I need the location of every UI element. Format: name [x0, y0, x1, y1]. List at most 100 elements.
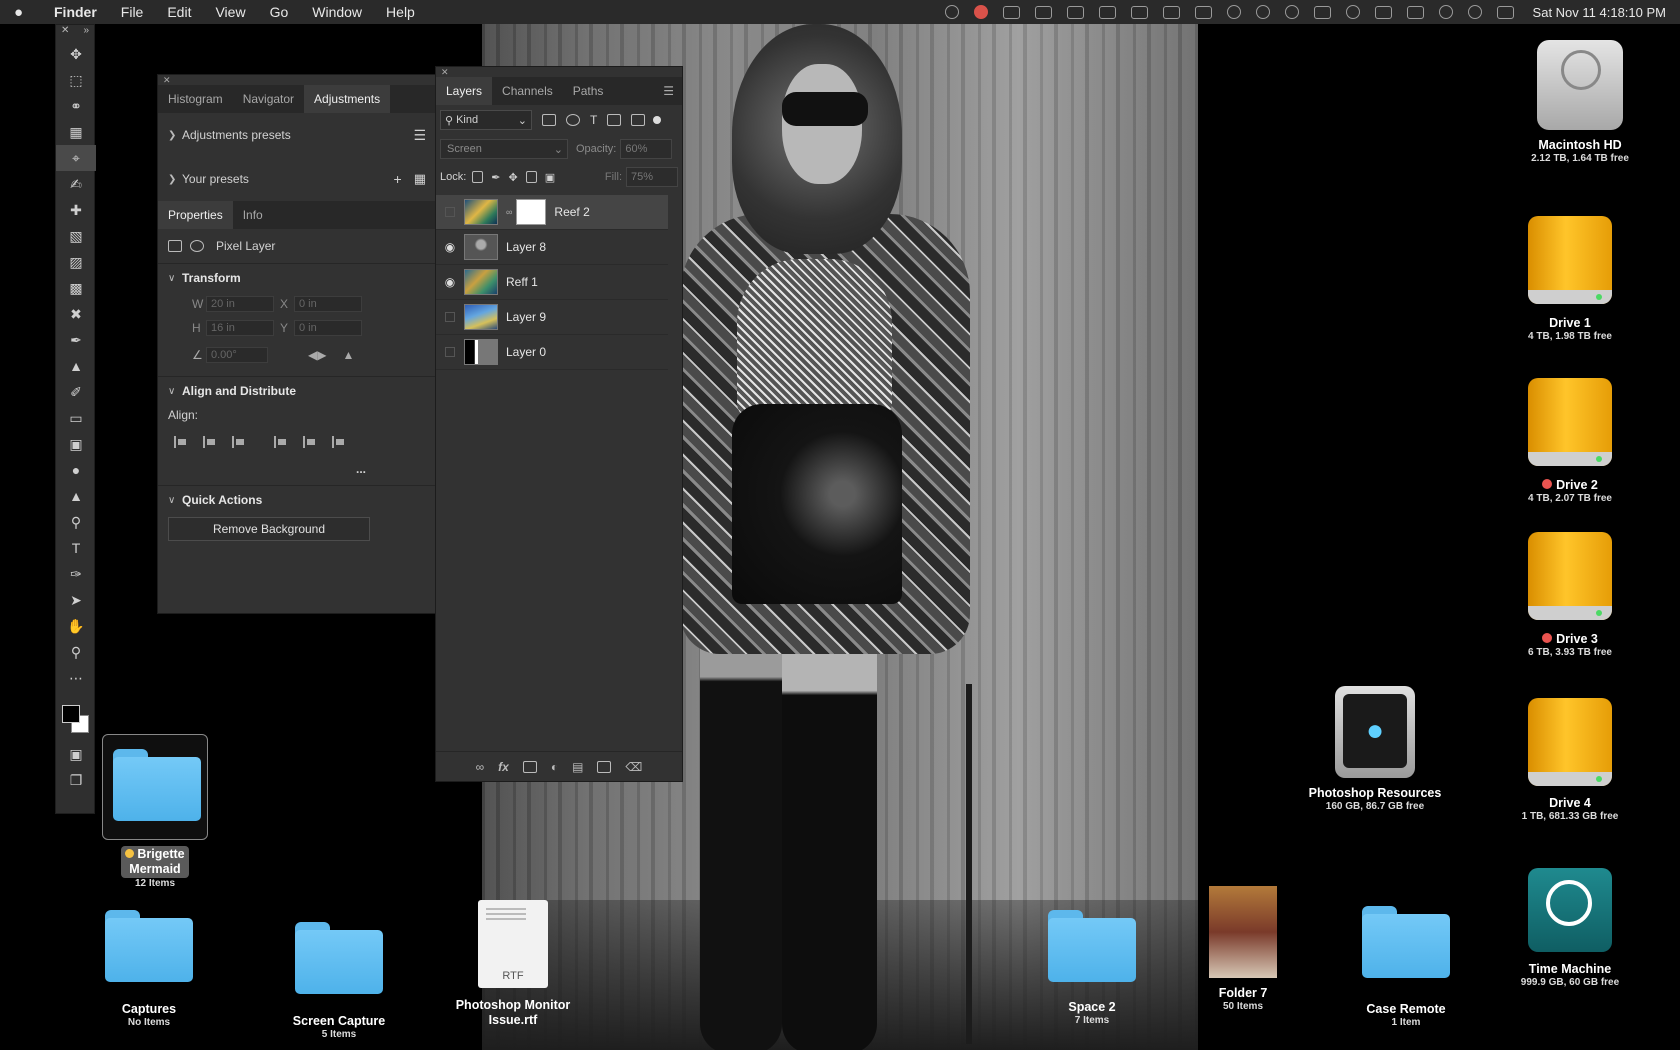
layer-row-layer-8[interactable]: ◉ Layer 8 — [436, 230, 668, 265]
visibility-toggle[interactable] — [445, 207, 455, 217]
align-header[interactable]: ∨ Align and Distribute — [158, 377, 436, 405]
shield-icon[interactable] — [1034, 5, 1052, 19]
lock-all-icon[interactable]: ▣ — [545, 171, 555, 184]
x-field[interactable]: 0 in — [294, 296, 362, 312]
layer-row-layer-9[interactable]: Layer 9 — [436, 300, 668, 335]
tab-paths[interactable]: Paths — [563, 77, 614, 105]
grid-view-icon[interactable]: ▦ — [414, 171, 426, 187]
eye-icon[interactable]: ◉ — [436, 275, 464, 289]
quick-actions-header[interactable]: ∨ Quick Actions — [158, 486, 436, 514]
drive-3[interactable]: Drive 3 6 TB, 3.93 TB free — [1500, 532, 1640, 659]
smart-object-filter-icon[interactable] — [631, 114, 646, 126]
folder-captures[interactable]: Captures No Items — [94, 910, 204, 1029]
move-icon[interactable]: ✥ — [56, 41, 96, 67]
panel-close-icon[interactable]: ✕ — [158, 75, 436, 85]
hand-icon[interactable]: ✋ — [56, 613, 96, 639]
keyboard-icon[interactable] — [1374, 5, 1392, 19]
crop-icon[interactable]: ⌖ — [56, 145, 96, 171]
tab-properties[interactable]: Properties — [158, 201, 233, 229]
blend-mode-select[interactable]: Screen ⌄ — [440, 139, 568, 159]
blur-icon[interactable]: ● — [56, 457, 96, 483]
y-field[interactable]: 0 in — [294, 320, 362, 336]
chevron-down-icon[interactable]: ∨ — [168, 273, 182, 284]
layer-mask-thumbnail[interactable] — [516, 199, 547, 225]
layer-row-reff-1[interactable]: ◉ Reff 1 — [436, 265, 668, 300]
flip-vertical-icon[interactable]: ▲ — [342, 348, 354, 362]
align-bottom-icon[interactable] — [332, 436, 346, 448]
foreground-color-swatch[interactable] — [62, 705, 80, 723]
lock-pixels-icon[interactable]: ✒ — [491, 171, 500, 184]
spot-heal-icon[interactable]: ✚ — [56, 197, 96, 223]
screen-mirroring-icon[interactable] — [1098, 5, 1116, 19]
fx-icon[interactable]: fx — [498, 760, 509, 774]
folder-space-2[interactable]: Space 2 7 Items — [1037, 910, 1147, 1027]
bluetooth-icon[interactable] — [1255, 5, 1270, 19]
path-select-icon[interactable]: ➤ — [56, 587, 96, 613]
new-layer-icon[interactable] — [597, 760, 612, 773]
align-middle-v-icon[interactable] — [303, 436, 317, 448]
history-brush-icon[interactable]: ✐ — [56, 379, 96, 405]
spotlight-search-icon[interactable] — [1467, 5, 1482, 19]
height-field[interactable]: 16 in — [206, 320, 274, 336]
shape-filter-icon[interactable] — [607, 114, 622, 126]
kind-filter-select[interactable]: ⚲ Kind ⌄ — [440, 110, 532, 130]
drive-time-machine[interactable]: Time Machine 999.9 GB, 60 GB free — [1500, 868, 1640, 989]
lock-position-icon[interactable]: ✥ — [509, 171, 518, 184]
panel-menu-icon[interactable]: ☰ — [663, 77, 682, 105]
type-icon[interactable]: T — [56, 535, 96, 561]
folder-screen-capture[interactable]: Screen Capture 5 Items — [284, 922, 394, 1041]
mask-link-icon[interactable]: ∞ — [506, 207, 512, 217]
marquee-icon[interactable]: ⬚ — [56, 67, 96, 93]
close-icon[interactable]: ✕ — [61, 25, 69, 41]
wifi-icon[interactable] — [1438, 5, 1453, 19]
chevron-down-icon[interactable]: ∨ — [168, 386, 182, 397]
layer-row-layer-0[interactable]: Layer 0 — [436, 335, 668, 370]
mask-icon[interactable] — [522, 760, 537, 773]
panel-close-icon[interactable]: ✕ — [436, 67, 682, 77]
creative-cloud-icon[interactable] — [944, 5, 959, 19]
folder-case-remote[interactable]: Case Remote 1 Item — [1351, 906, 1461, 1029]
file-photoshop-monitor-issue[interactable]: RTF Photoshop Monitor Issue.rtf — [448, 900, 578, 1028]
menu-go[interactable]: Go — [258, 4, 301, 20]
transform-header[interactable]: ∨ Transform — [158, 264, 436, 292]
bandaid-icon[interactable]: ▧ — [56, 223, 96, 249]
visibility-toggle[interactable] — [445, 347, 455, 357]
chevron-right-icon[interactable]: ❯ — [168, 130, 182, 141]
notification-badge-icon[interactable] — [973, 5, 988, 19]
remove-background-button[interactable]: Remove Background — [168, 517, 370, 541]
volume-icon[interactable] — [1313, 5, 1331, 19]
time-machine-menu-icon[interactable] — [1226, 5, 1241, 19]
width-field[interactable]: 20 in — [206, 296, 274, 312]
patch-icon[interactable]: ▨ — [56, 249, 96, 275]
control-center-icon[interactable] — [1496, 5, 1514, 19]
content-aware-move-icon[interactable]: ✖ — [56, 301, 96, 327]
fill-field[interactable]: 75% — [626, 167, 678, 187]
tab-info[interactable]: Info — [233, 201, 273, 229]
drive-4[interactable]: Drive 4 1 TB, 681.33 GB free — [1500, 698, 1640, 823]
chevron-right-icon[interactable]: ❯ — [168, 174, 182, 185]
filter-toggle-icon[interactable] — [653, 116, 662, 124]
zoom-icon[interactable]: ⚲ — [56, 639, 96, 665]
pen-icon[interactable]: ✑ — [56, 561, 96, 587]
chevron-down-icon[interactable]: ∨ — [168, 495, 182, 506]
folder-brigette-mermaid[interactable]: Brigette Mermaid 12 Items — [100, 734, 210, 890]
sharpen-icon[interactable]: ▲ — [56, 483, 96, 509]
adjustments-presets-row[interactable]: ❯ Adjustments presets ☰ — [158, 113, 436, 157]
tab-navigator[interactable]: Navigator — [233, 85, 304, 113]
eject-icon[interactable] — [1406, 5, 1424, 19]
your-presets-row[interactable]: ❯ Your presets + ▦ — [158, 157, 436, 201]
apple-menu-icon[interactable]: ● — [14, 4, 42, 21]
add-preset-icon[interactable]: + — [394, 171, 402, 187]
tab-adjustments[interactable]: Adjustments — [304, 85, 391, 113]
paper-plane-icon[interactable] — [1130, 5, 1148, 19]
align-left-icon[interactable] — [174, 436, 188, 448]
screen-mode-icon[interactable]: ❐ — [56, 767, 96, 793]
lasso-icon[interactable]: ⚭ — [56, 93, 96, 119]
adjustment-icon[interactable]: ◐ — [551, 760, 558, 774]
drive-photoshop-resources[interactable]: ● Photoshop Resources 160 GB, 86.7 GB fr… — [1305, 686, 1445, 813]
more-icon[interactable]: ⋯ — [56, 665, 96, 691]
menu-edit[interactable]: Edit — [155, 4, 203, 20]
clipboard-icon[interactable] — [1002, 5, 1020, 19]
align-right-icon[interactable] — [232, 436, 246, 448]
lock-artboard-icon[interactable] — [525, 171, 537, 183]
